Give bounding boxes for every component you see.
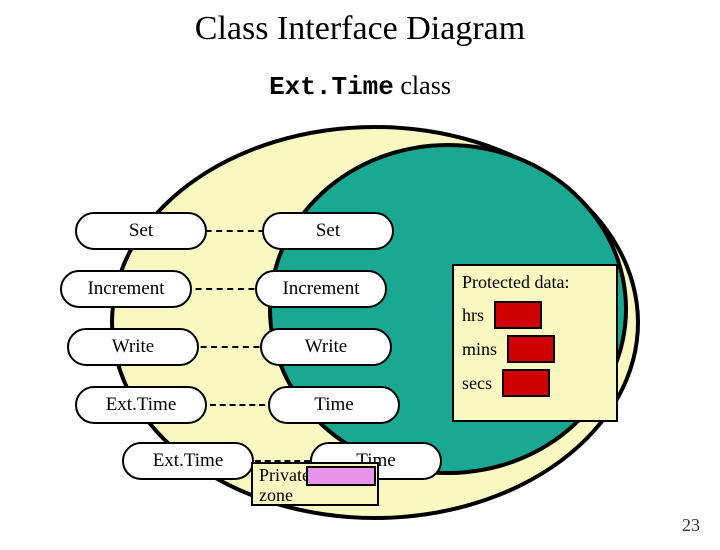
diagram-stage: Set Increment Write Ext.Time Ext.Time Se… <box>0 10 720 550</box>
private-field-label: zone <box>259 486 371 506</box>
protected-header: Protected data: <box>462 272 608 293</box>
field-secs-swatch <box>502 369 550 397</box>
connector-increment <box>185 288 265 290</box>
connector-write <box>190 346 270 348</box>
protected-data-box: Protected data: hrs mins secs <box>452 264 618 422</box>
field-secs-label: secs <box>462 373 492 394</box>
pill-left-set: Set <box>75 212 207 250</box>
pill-right-set: Set <box>262 212 394 250</box>
field-hrs-row: hrs <box>462 301 608 329</box>
pill-left-exttime-2: Ext.Time <box>122 442 254 480</box>
pill-left-write: Write <box>67 328 199 366</box>
pill-right-time-1: Time <box>268 386 400 424</box>
field-secs-row: secs <box>462 369 608 397</box>
connector-exttime-1 <box>200 404 275 406</box>
field-hrs-label: hrs <box>462 305 484 326</box>
pill-right-increment: Increment <box>255 270 387 308</box>
private-zone-swatch <box>306 466 376 486</box>
field-hrs-swatch <box>494 301 542 329</box>
field-mins-swatch <box>507 335 555 363</box>
pill-left-increment: Increment <box>60 270 192 308</box>
field-mins-label: mins <box>462 339 497 360</box>
page-number: 23 <box>682 515 700 536</box>
pill-right-write: Write <box>260 328 392 366</box>
field-mins-row: mins <box>462 335 608 363</box>
pill-left-exttime-1: Ext.Time <box>75 386 207 424</box>
